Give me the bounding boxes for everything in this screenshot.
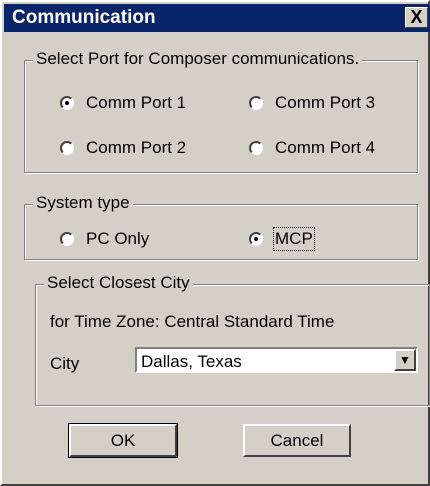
radio-checked-icon	[60, 96, 74, 110]
radio-label: PC Only	[86, 229, 150, 248]
ok-button[interactable]: OK	[69, 424, 177, 457]
title-bar: Communication X	[4, 4, 430, 32]
radio-comm-port-1[interactable]: Comm Port 1	[60, 93, 186, 113]
radio-label: Comm Port 1	[86, 93, 187, 112]
close-icon: X	[410, 7, 423, 27]
radio-comm-port-4[interactable]: Comm Port 4	[249, 138, 375, 158]
city-label: City	[50, 354, 80, 373]
city-select-value: Dallas, Texas	[141, 352, 242, 371]
timezone-text: for Time Zone: Central Standard Time	[50, 312, 335, 331]
radio-checked-icon	[249, 232, 263, 246]
city-group-legend: Select Closest City	[44, 273, 193, 293]
radio-label: Comm Port 4	[275, 138, 376, 157]
city-select[interactable]: Dallas, Texas ▼	[135, 347, 418, 373]
radio-label: MCP	[273, 227, 315, 251]
communication-dialog: Communication X Select Port for Composer…	[0, 0, 430, 486]
chevron-down-icon: ▼	[399, 353, 411, 367]
close-button[interactable]: X	[405, 7, 428, 28]
radio-label: Comm Port 2	[86, 138, 187, 157]
system-type-legend: System type	[33, 193, 133, 213]
city-dropdown-button[interactable]: ▼	[394, 349, 416, 371]
dialog-title: Communication	[12, 7, 156, 28]
radio-unchecked-icon	[249, 141, 263, 155]
radio-pc-only[interactable]: PC Only	[60, 229, 149, 249]
radio-mcp[interactable]: MCP	[249, 227, 315, 251]
radio-comm-port-3[interactable]: Comm Port 3	[249, 93, 375, 113]
city-group: Select Closest City	[35, 273, 430, 406]
radio-comm-port-2[interactable]: Comm Port 2	[60, 138, 186, 158]
radio-unchecked-icon	[60, 141, 74, 155]
port-group-legend: Select Port for Composer communications.	[33, 49, 363, 69]
radio-label: Comm Port 3	[275, 93, 376, 112]
cancel-button[interactable]: Cancel	[243, 424, 351, 457]
radio-unchecked-icon	[249, 96, 263, 110]
radio-unchecked-icon	[60, 232, 74, 246]
